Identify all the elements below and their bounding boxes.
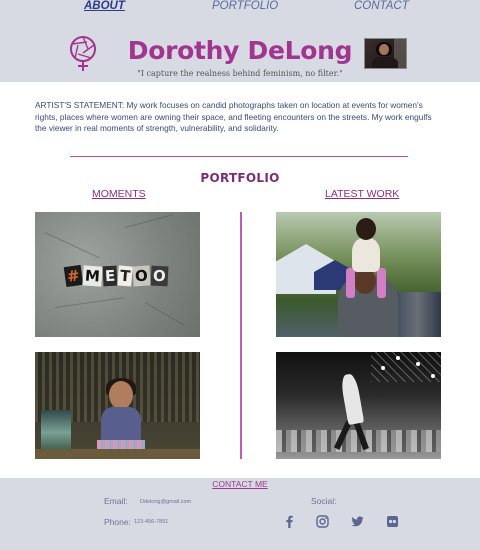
site-header: ABOUT PORTFOLIO CONTACT Dorothy DeLong "… <box>0 0 480 82</box>
contact-me-link[interactable]: CONTACT ME <box>0 479 480 489</box>
metoo-wall-photo[interactable]: # M E T O O <box>35 212 200 337</box>
facebook-icon[interactable] <box>283 515 296 528</box>
collage-letter: M <box>81 265 103 287</box>
nav-portfolio-link[interactable]: PORTFOLIO <box>212 0 278 12</box>
column-divider <box>240 212 242 459</box>
twitter-icon[interactable] <box>351 515 364 528</box>
phone-label: Phone: <box>104 517 131 527</box>
collage-letter: O <box>150 265 169 287</box>
father-daughter-photo[interactable] <box>276 212 441 337</box>
collage-letter: # <box>63 264 83 288</box>
collage-letter: E <box>102 265 118 287</box>
instagram-icon[interactable] <box>316 515 329 528</box>
collage-letter: T <box>116 265 133 287</box>
stage-dancer-photo[interactable] <box>276 352 441 459</box>
flickr-icon[interactable] <box>386 515 399 528</box>
moments-link[interactable]: MOMENTS <box>92 188 146 200</box>
nav-about-link[interactable]: ABOUT <box>84 0 125 12</box>
site-title: Dorothy DeLong <box>127 36 353 65</box>
social-label: Social: <box>311 496 337 506</box>
latest-work-link[interactable]: LATEST WORK <box>325 188 399 200</box>
site-footer: CONTACT ME Email: Ddelong@gmail.com Phon… <box>0 478 480 550</box>
tagline: "I capture the realness behind feminism,… <box>137 69 343 78</box>
portfolio-heading: PORTFOLIO <box>200 171 280 185</box>
email-value[interactable]: Ddelong@gmail.com <box>140 499 191 505</box>
artist-statement: ARTIST'S STATEMENT: My work focuses on c… <box>35 100 432 134</box>
smiling-girl-photo[interactable] <box>35 352 200 459</box>
collage-letter: O <box>132 265 151 287</box>
phone-value[interactable]: 123-456-7891 <box>134 519 168 525</box>
metoo-collage: # M E T O O <box>63 264 169 288</box>
nav-contact-link[interactable]: CONTACT <box>354 0 409 12</box>
artist-avatar <box>364 38 407 69</box>
section-divider <box>70 156 408 157</box>
email-label: Email: <box>104 496 128 506</box>
